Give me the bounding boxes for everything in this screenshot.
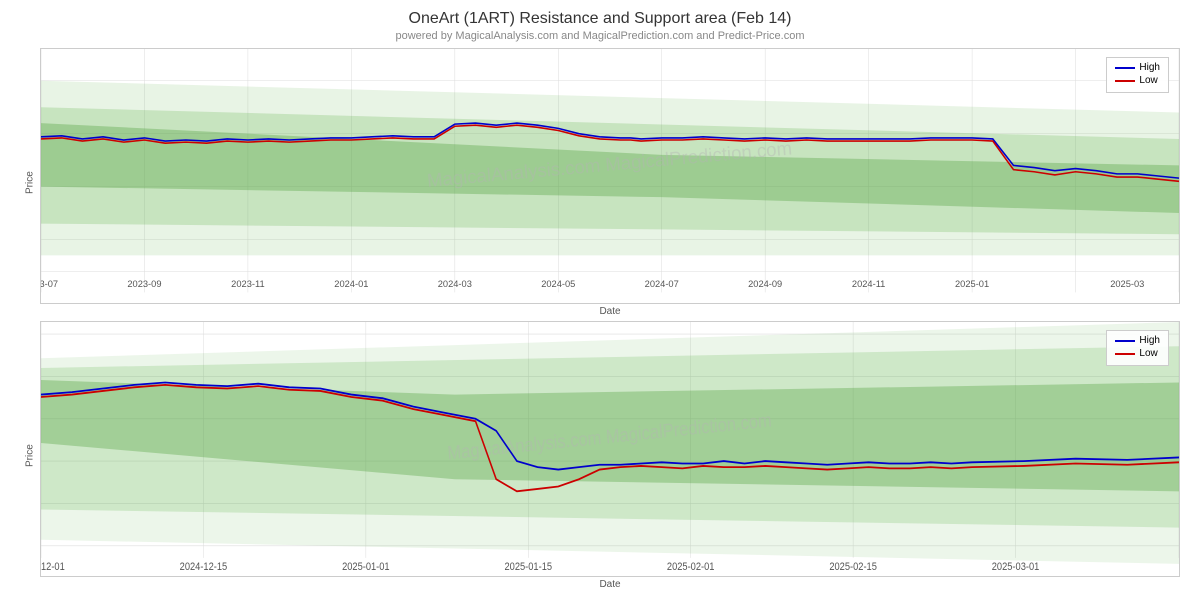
- svg-text:2023-07: 2023-07: [41, 278, 58, 289]
- subtitle: powered by MagicalAnalysis.com and Magic…: [20, 30, 1180, 42]
- chart2-area: 0.008 0.006 0.004 0.002 0.000 -0.002 202…: [40, 321, 1180, 577]
- svg-text:2025-02-01: 2025-02-01: [667, 561, 715, 573]
- legend2-low-line: [1115, 353, 1135, 355]
- svg-text:2025-03-01: 2025-03-01: [992, 561, 1040, 573]
- legend2-high-item: High: [1115, 335, 1160, 346]
- legend2-low-item: Low: [1115, 348, 1160, 359]
- chart1-area: 0.02 0.01 0.00 -0.01 2023-07 2023-09 202…: [40, 48, 1180, 304]
- svg-text:2024-07: 2024-07: [645, 278, 679, 289]
- svg-text:2023-11: 2023-11: [231, 278, 264, 289]
- legend-low-line: [1115, 80, 1135, 82]
- main-title: OneArt (1ART) Resistance and Support are…: [20, 10, 1180, 28]
- svg-text:2025-03: 2025-03: [1110, 278, 1144, 289]
- chart1-svg: 0.02 0.01 0.00 -0.01 2023-07 2023-09 202…: [41, 49, 1179, 303]
- page-container: OneArt (1ART) Resistance and Support are…: [0, 0, 1200, 600]
- chart2-legend: High Low: [1106, 330, 1169, 366]
- legend-low-label: Low: [1139, 75, 1157, 86]
- svg-text:2025-02-15: 2025-02-15: [829, 561, 877, 573]
- svg-text:2024-09: 2024-09: [748, 278, 782, 289]
- chart1-wrapper: Price: [20, 48, 1180, 317]
- chart2-y-label: Price: [20, 321, 40, 590]
- svg-text:2024-05: 2024-05: [541, 278, 575, 289]
- chart1-legend: High Low: [1106, 57, 1169, 93]
- chart1-x-label: Date: [40, 306, 1180, 317]
- chart2-svg: 0.008 0.006 0.004 0.002 0.000 -0.002 202…: [41, 322, 1179, 576]
- svg-text:2023-09: 2023-09: [127, 278, 161, 289]
- svg-text:2024-03: 2024-03: [438, 278, 472, 289]
- chart2-wrapper: Price: [20, 321, 1180, 590]
- legend-high-item: High: [1115, 62, 1160, 73]
- svg-text:2024-01: 2024-01: [334, 278, 368, 289]
- legend-low-item: Low: [1115, 75, 1160, 86]
- legend-high-line: [1115, 67, 1135, 69]
- charts-area: Price: [20, 48, 1180, 590]
- chart2-x-label: Date: [40, 579, 1180, 590]
- svg-text:2025-01-01: 2025-01-01: [342, 561, 390, 573]
- svg-text:2024-12-01: 2024-12-01: [41, 561, 65, 573]
- legend2-high-line: [1115, 340, 1135, 342]
- legend-high-label: High: [1139, 62, 1160, 73]
- svg-text:2025-01: 2025-01: [955, 278, 989, 289]
- legend2-low-label: Low: [1139, 348, 1157, 359]
- chart1-y-label: Price: [20, 48, 40, 317]
- svg-text:2025-01-15: 2025-01-15: [505, 561, 553, 573]
- svg-text:2024-12-15: 2024-12-15: [180, 561, 228, 573]
- legend2-high-label: High: [1139, 335, 1160, 346]
- svg-text:2024-11: 2024-11: [852, 278, 885, 289]
